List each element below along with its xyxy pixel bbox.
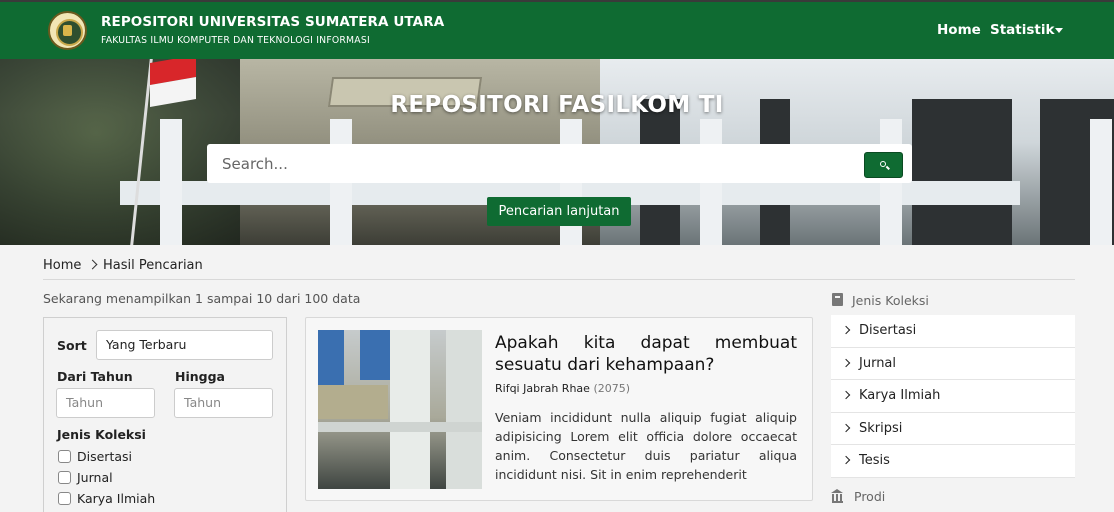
checkbox-icon[interactable] (58, 471, 71, 484)
thumb-sign (318, 385, 388, 419)
sidebar-item-skripsi[interactable]: Skripsi (831, 412, 1075, 445)
result-count: Sekarang menampilkan 1 sampai 10 dari 10… (43, 291, 361, 306)
advanced-search-button[interactable]: Pencarian lanjutan (487, 197, 631, 226)
search-button[interactable] (864, 152, 903, 178)
sort-select[interactable]: Yang Terbaru (96, 330, 273, 360)
thumb-pillar (446, 330, 482, 489)
search-icon (880, 161, 886, 167)
university-logo-icon[interactable] (48, 11, 87, 50)
nav-statistik-dropdown[interactable]: Statistik (990, 22, 1054, 38)
result-abstract: Veniam incididunt nulla aliquip fugiat a… (495, 410, 797, 482)
result-year: (2075) (593, 382, 631, 395)
sidebar-collection-heading: Jenis Koleksi (852, 293, 929, 308)
top-navbar: REPOSITORI UNIVERSITAS SUMATERA UTARA FA… (0, 0, 1114, 59)
hero-column (1090, 119, 1112, 245)
filter-panel: Sort Yang Terbaru Dari Tahun Hingga Tahu… (43, 317, 287, 512)
hero-background-trees (0, 59, 240, 245)
to-year-label: Hingga (175, 369, 225, 384)
institution-icon (831, 489, 844, 503)
sidebar-item-tesis[interactable]: Tesis (831, 445, 1075, 478)
result-author: Rifqi Jabrah Rhae (2075) (495, 382, 630, 395)
thumb-window (360, 330, 390, 380)
chevron-right-icon (841, 455, 851, 465)
from-year-label: Dari Tahun (57, 369, 133, 384)
chevron-right-icon (841, 423, 851, 432)
result-thumbnail[interactable] (318, 330, 482, 489)
site-title[interactable]: REPOSITORI UNIVERSITAS SUMATERA UTARA (101, 14, 444, 30)
chevron-right-icon (841, 390, 851, 400)
book-icon (832, 293, 843, 306)
checkbox-icon[interactable] (58, 492, 71, 505)
to-year-input[interactable]: Tahun (174, 388, 273, 418)
sort-label: Sort (57, 338, 87, 353)
site-subtitle: FAKULTAS ILMU KOMPUTER DAN TEKNOLOGI INF… (101, 35, 370, 46)
author-name: Rifqi Jabrah Rhae (495, 382, 590, 395)
thumb-pillar (390, 330, 430, 489)
checkbox-icon[interactable] (58, 450, 71, 463)
nav-home-link[interactable]: Home (937, 22, 981, 38)
hero-title: REPOSITORI FASILKOM TI (390, 92, 724, 118)
sidebar-item-karya-ilmiah[interactable]: Karya Ilmiah (831, 380, 1075, 413)
hero-shadow (912, 99, 1012, 245)
search-input[interactable] (207, 144, 857, 183)
search-box (207, 144, 912, 183)
sidebar-collection-list: Disertasi Jurnal Karya Ilmiah Skripsi Te… (831, 315, 1075, 478)
sidebar-item-disertasi[interactable]: Disertasi (831, 315, 1075, 348)
breadcrumb-current: Hasil Pencarian (103, 258, 203, 273)
chevron-right-icon (87, 259, 98, 270)
caret-down-icon[interactable] (1055, 28, 1063, 33)
result-title[interactable]: Apakah kita dapat membuat sesuatu dari k… (495, 332, 797, 376)
thumb-canopy (318, 422, 482, 432)
divider (43, 279, 1075, 280)
hero-column (160, 119, 182, 245)
result-card[interactable]: Apakah kita dapat membuat sesuatu dari k… (305, 317, 813, 501)
thumb-window (318, 330, 344, 392)
sidebar-prodi-heading: Prodi (854, 489, 886, 504)
chevron-right-icon (841, 358, 851, 367)
collection-filter-label: Jenis Koleksi (57, 427, 146, 442)
breadcrumb-home[interactable]: Home (43, 258, 81, 273)
sidebar-item-jurnal[interactable]: Jurnal (831, 347, 1075, 380)
from-year-input[interactable]: Tahun (56, 388, 155, 418)
chevron-right-icon (841, 325, 851, 335)
